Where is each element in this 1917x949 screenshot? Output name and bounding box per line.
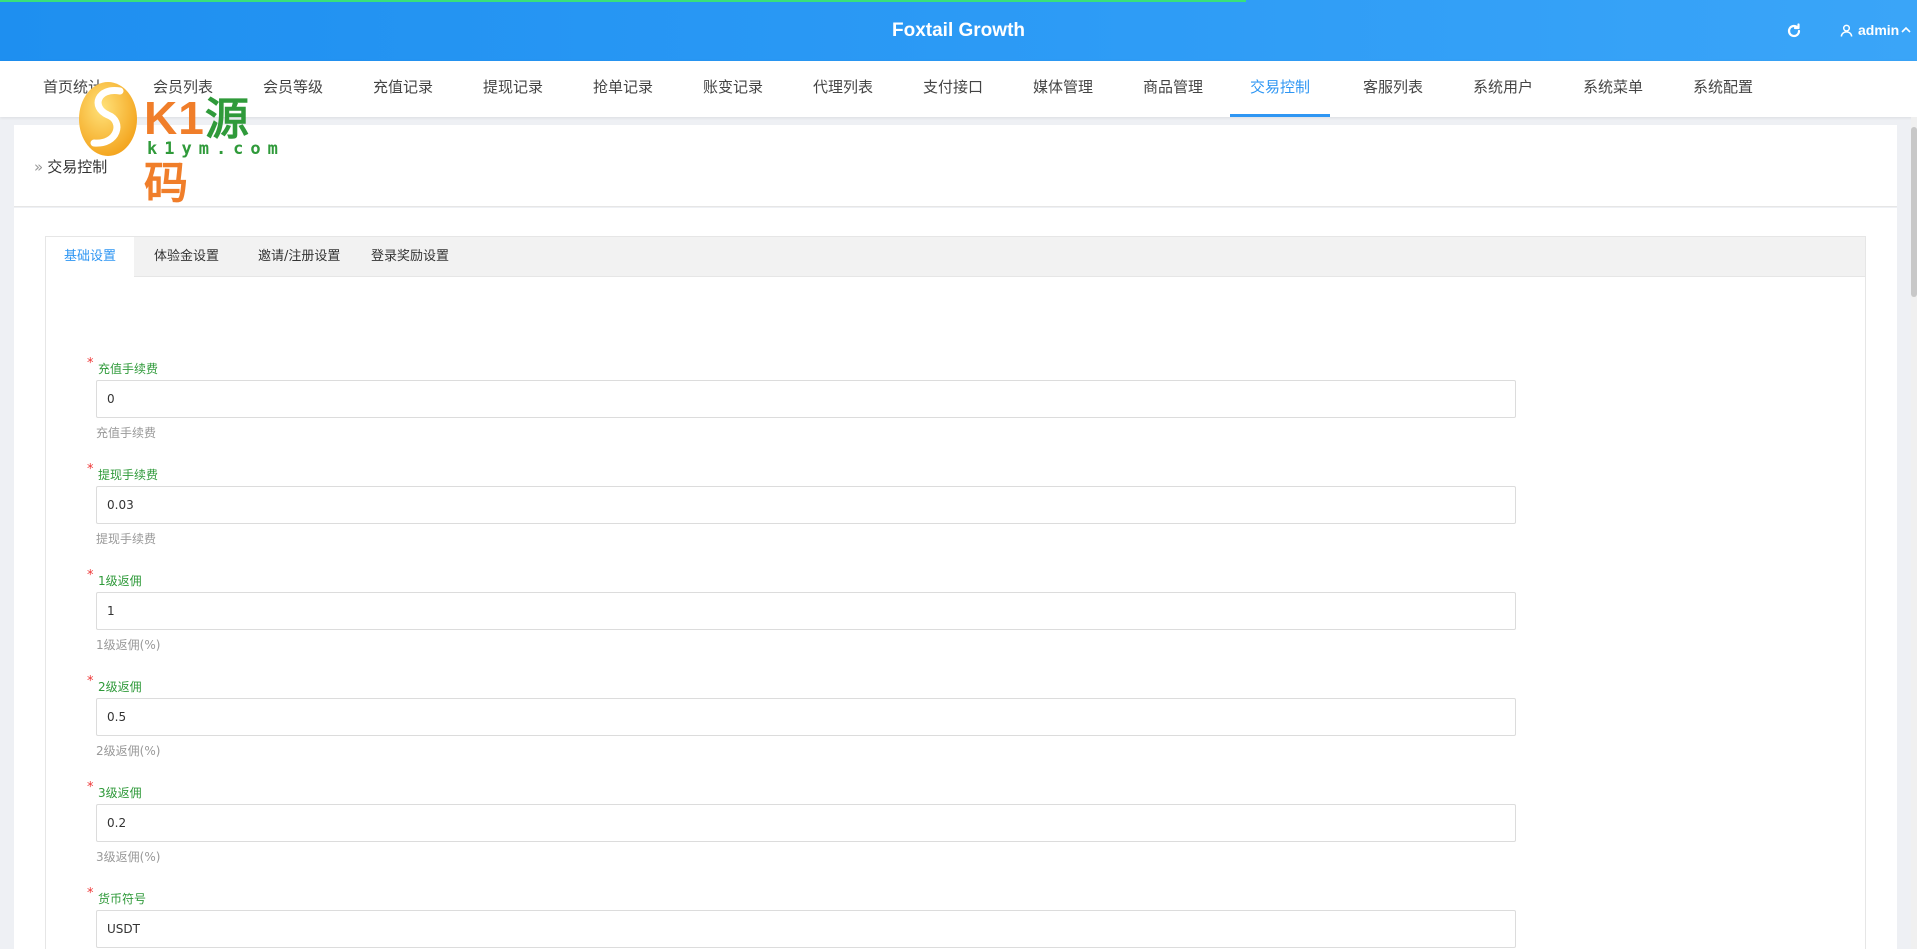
user-name: admin (1858, 22, 1900, 38)
logo-ma: 码 (144, 158, 189, 209)
user-menu[interactable]: admin (1840, 22, 1916, 38)
field-help: 提现手续费 (96, 532, 157, 546)
withdraw-fee-input[interactable] (96, 486, 1516, 524)
field-help: 充值手续费 (96, 426, 157, 440)
tab-bar: 基础设置 体验金设置 邀请/注册设置 登录奖励设置 (46, 237, 1865, 278)
top-header: Foxtail Growth admin (0, 0, 1917, 61)
breadcrumb-card: » 交易控制 (14, 125, 1897, 207)
field-label: 2级返佣 (98, 680, 142, 694)
loading-progress-bar (0, 0, 1246, 2)
required-mark: * (87, 780, 94, 795)
required-mark: * (87, 568, 94, 583)
nav-item-account-changes[interactable]: 账变记录 (700, 61, 766, 117)
scrollbar-thumb[interactable] (1911, 127, 1917, 297)
double-chevron-right-icon: » (34, 157, 44, 176)
recharge-fee-input[interactable] (96, 380, 1516, 418)
settings-tabs: 基础设置 体验金设置 邀请/注册设置 登录奖励设置 * 充值手续费 充值手续费 *… (45, 236, 1866, 949)
field-help: 2级返佣(%) (96, 744, 161, 758)
logo-swirl-icon (79, 82, 137, 156)
nav-item-system-users[interactable]: 系统用户 (1470, 61, 1536, 117)
required-mark: * (87, 886, 94, 901)
level2-commission-input[interactable] (96, 698, 1516, 736)
nav-item-payment-api[interactable]: 支付接口 (920, 61, 986, 117)
form-field-level3-commission: * 3级返佣 3级返佣(%) (87, 780, 1516, 865)
nav-item-trade-control[interactable]: 交易控制 (1230, 61, 1330, 117)
logo-yuan: 源 (204, 94, 250, 145)
nav-item-system-config[interactable]: 系统配置 (1690, 61, 1756, 117)
watermark-logo: K1源码 k1ym.com (78, 79, 288, 209)
field-label: 1级返佣 (98, 574, 142, 588)
level3-commission-input[interactable] (96, 804, 1516, 842)
nav-item-recharge-records[interactable]: 充值记录 (370, 61, 436, 117)
required-mark: * (87, 462, 94, 477)
logo-k1: K1 (144, 92, 205, 144)
app-title: Foxtail Growth (892, 20, 1025, 41)
tab-basic-settings[interactable]: 基础设置 (46, 237, 135, 278)
field-label: 提现手续费 (98, 468, 159, 482)
page-scrollbar[interactable] (1911, 117, 1917, 949)
refresh-button[interactable] (1782, 19, 1806, 43)
field-label: 货币符号 (98, 892, 147, 906)
logo-domain: k1ym.com (147, 139, 285, 159)
form-field-recharge-fee: * 充值手续费 充值手续费 (87, 356, 1516, 441)
user-icon (1840, 24, 1853, 37)
form-field-level2-commission: * 2级返佣 2级返佣(%) (87, 674, 1516, 759)
tab-invite-register-settings[interactable]: 邀请/注册设置 (240, 237, 358, 277)
level1-commission-input[interactable] (96, 592, 1516, 630)
nav-item-order-records[interactable]: 抢单记录 (590, 61, 656, 117)
currency-symbol-input[interactable] (96, 910, 1516, 948)
required-mark: * (87, 356, 94, 371)
nav-item-media[interactable]: 媒体管理 (1030, 61, 1096, 117)
nav-item-support-list[interactable]: 客服列表 (1360, 61, 1426, 117)
field-label: 充值手续费 (98, 362, 159, 376)
content-panel: 基础设置 体验金设置 邀请/注册设置 登录奖励设置 * 充值手续费 充值手续费 *… (14, 208, 1897, 949)
nav-item-agent-list[interactable]: 代理列表 (810, 61, 876, 117)
refresh-icon (1787, 23, 1801, 38)
form-field-withdraw-fee: * 提现手续费 提现手续费 (87, 462, 1516, 547)
tab-trial-fund-settings[interactable]: 体验金设置 (136, 237, 237, 277)
form-field-currency-symbol: * 货币符号 (87, 886, 1516, 948)
required-mark: * (87, 674, 94, 689)
form-field-level1-commission: * 1级返佣 1级返佣(%) (87, 568, 1516, 653)
field-label: 3级返佣 (98, 786, 142, 800)
nav-item-products[interactable]: 商品管理 (1140, 61, 1206, 117)
chevron-up-icon (1901, 26, 1911, 33)
field-help: 1级返佣(%) (96, 638, 161, 652)
nav-item-system-menu[interactable]: 系统菜单 (1580, 61, 1646, 117)
tab-login-reward-settings[interactable]: 登录奖励设置 (353, 237, 467, 277)
nav-item-withdraw-records[interactable]: 提现记录 (480, 61, 546, 117)
field-help: 3级返佣(%) (96, 850, 161, 864)
